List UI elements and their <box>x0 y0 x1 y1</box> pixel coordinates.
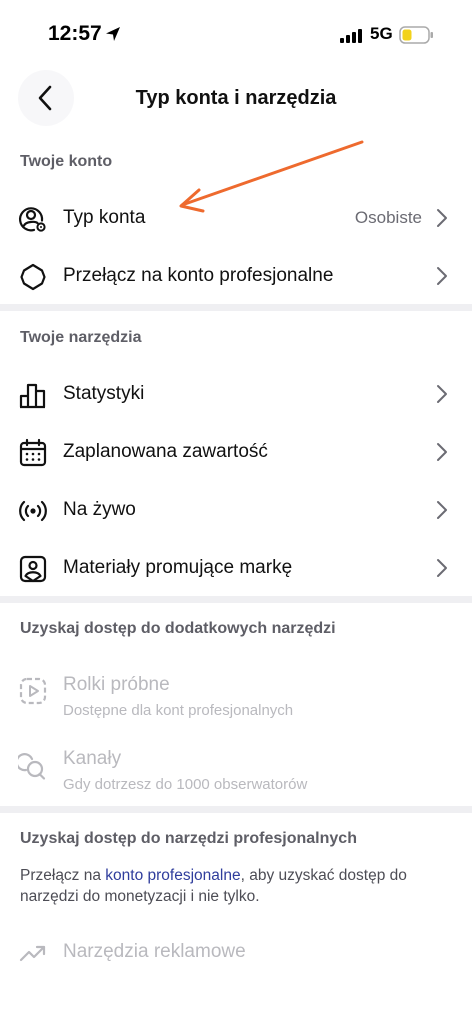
user-circle-gear-icon <box>19 207 46 232</box>
live-row[interactable]: Na żywo <box>0 482 472 538</box>
chevron-right-icon <box>437 443 447 461</box>
bar-chart-icon <box>19 383 46 409</box>
switch-pro-row[interactable]: Przełącz na konto profesjonalne <box>0 248 472 304</box>
trending-up-icon <box>19 945 46 962</box>
pro-account-link[interactable]: konto profesjonalne <box>105 867 240 884</box>
section-title-tools: Twoje narzędzia <box>20 329 142 346</box>
battery-icon <box>399 26 433 44</box>
stats-row[interactable]: Statystyki <box>0 366 472 422</box>
live-broadcast-icon <box>19 500 47 522</box>
account-type-label: Typ konta <box>63 207 146 228</box>
section-divider <box>0 596 472 603</box>
account-type-row[interactable]: Typ konta Osobiste <box>0 190 472 246</box>
live-label: Na żywo <box>63 499 136 520</box>
channels-row: Kanały Gdy dotrzesz do 1000 obserwatorów <box>0 740 472 796</box>
brand-content-icon <box>19 555 47 583</box>
scheduled-content-label: Zaplanowana zawartość <box>63 441 268 462</box>
section-title-pro-tools: Uzyskaj dostęp do narzędzi profesjonalny… <box>20 830 357 847</box>
trial-reels-subtitle: Dostępne dla kont profesjonalnych <box>63 702 294 719</box>
ad-tools-label: Narzędzia reklamowe <box>63 941 246 962</box>
reels-play-icon <box>19 677 47 705</box>
calendar-icon <box>19 438 47 467</box>
stats-label: Statystyki <box>63 383 145 404</box>
info-text-start: Przełącz na <box>20 867 106 884</box>
location-arrow-icon <box>106 27 120 41</box>
brand-content-label: Materiały promujące markę <box>63 557 293 578</box>
network-type: 5G <box>370 24 393 43</box>
page-title: Typ konta i narzędzia <box>135 87 337 109</box>
cellular-signal-icon <box>340 29 362 43</box>
status-bar: 12:57 5G <box>0 0 472 70</box>
section-divider <box>0 304 472 311</box>
chevron-right-icon <box>437 209 447 227</box>
account-type-value: Osobiste <box>354 208 422 227</box>
section-title-extra-tools: Uzyskaj dostęp do dodatkowych narzędzi <box>20 620 336 637</box>
status-time: 12:57 <box>48 22 102 45</box>
channels-label: Kanały <box>63 748 122 769</box>
section-title-account: Twoje konto <box>20 153 113 170</box>
chevron-right-icon <box>437 267 447 285</box>
nav-header: Typ konta i narzędzia <box>0 70 472 130</box>
switch-pro-label: Przełącz na konto profesjonalne <box>63 265 334 286</box>
section-divider <box>0 806 472 813</box>
channels-subtitle: Gdy dotrzesz do 1000 obserwatorów <box>63 776 308 793</box>
chevron-right-icon <box>437 559 447 577</box>
ad-tools-row: Narzędzia reklamowe <box>0 924 472 980</box>
brand-content-row[interactable]: Materiały promujące markę <box>0 540 472 596</box>
chevron-right-icon <box>437 385 447 403</box>
chevron-right-icon <box>437 501 447 519</box>
trial-reels-row: Rolki próbne Dostępne dla kont profesjon… <box>0 666 472 722</box>
chat-bubbles-icon <box>18 753 46 780</box>
gear-icon <box>20 263 46 291</box>
pro-tools-info: Przełącz na konto profesjonalne, aby uzy… <box>20 865 460 907</box>
scheduled-content-row[interactable]: Zaplanowana zawartość <box>0 424 472 480</box>
trial-reels-label: Rolki próbne <box>63 674 170 695</box>
